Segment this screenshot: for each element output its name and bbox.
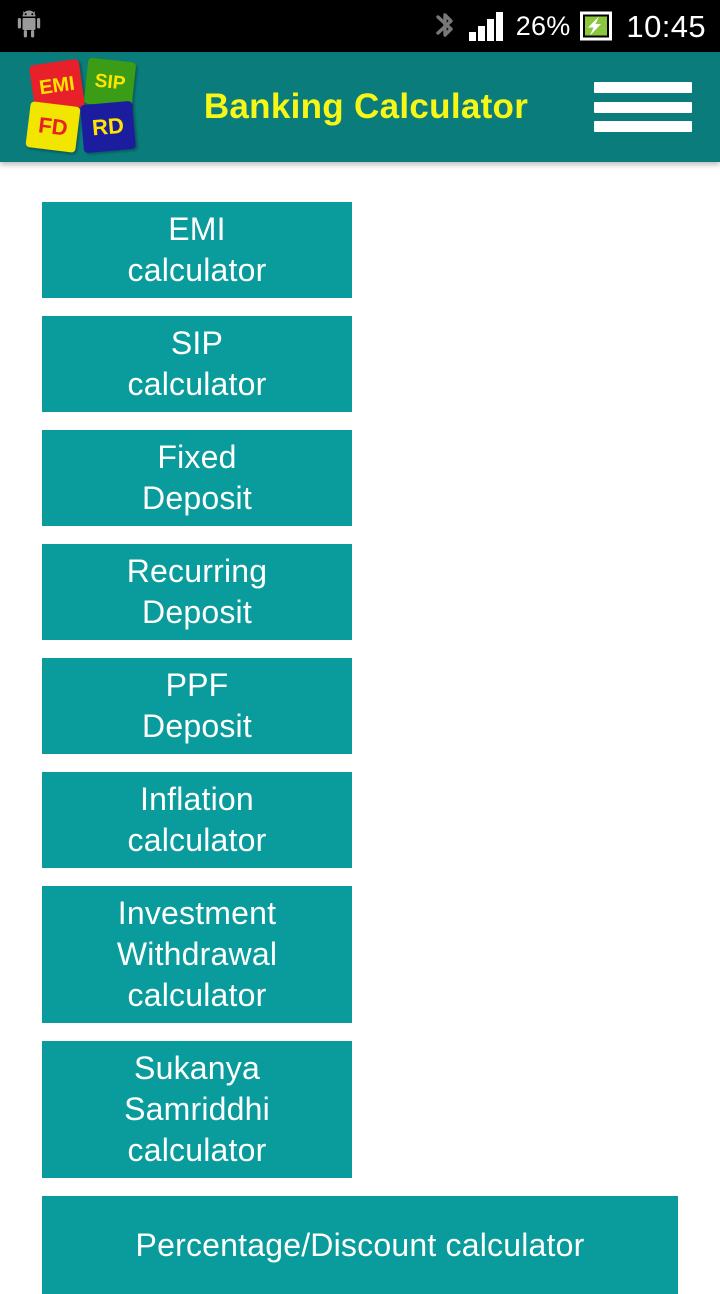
ppf-deposit-button[interactable]: PPF Deposit xyxy=(42,658,352,754)
sip-calculator-button[interactable]: SIP calculator xyxy=(42,316,352,412)
android-robot-icon xyxy=(12,9,46,43)
bluetooth-icon xyxy=(432,10,458,42)
app-bar: EMI SIP FD RD Banking Calculator xyxy=(0,52,720,162)
status-bar-left xyxy=(12,9,46,43)
signal-bars-icon xyxy=(468,10,506,42)
emi-calculator-button[interactable]: EMI calculator xyxy=(42,202,352,298)
status-bar-right: 26% 10:45 xyxy=(432,10,706,42)
logo-tile-rd: RD xyxy=(80,100,136,154)
hamburger-bar xyxy=(594,101,692,113)
page-title: Banking Calculator xyxy=(203,87,529,126)
main-content: EMI calculator SIP calculator Fixed Depo… xyxy=(0,162,720,1294)
hamburger-bar xyxy=(594,82,692,93)
status-bar: 26% 10:45 xyxy=(0,0,720,52)
hamburger-bar xyxy=(594,121,692,132)
percentage-discount-calculator-button[interactable]: Percentage/Discount calculator xyxy=(42,1196,678,1294)
battery-charging-icon xyxy=(580,11,613,41)
fixed-deposit-button[interactable]: Fixed Deposit xyxy=(42,430,352,526)
hamburger-menu-icon[interactable] xyxy=(594,79,692,135)
sukanya-samriddhi-calculator-button[interactable]: Sukanya Samriddhi calculator xyxy=(42,1041,352,1178)
logo-tile-fd: FD xyxy=(25,101,81,153)
recurring-deposit-button[interactable]: Recurring Deposit xyxy=(42,544,352,640)
inflation-calculator-button[interactable]: Inflation calculator xyxy=(42,772,352,868)
status-bar-clock: 10:45 xyxy=(626,8,706,44)
banking-calculator-logo: EMI SIP FD RD xyxy=(14,57,144,156)
calculator-button-grid: EMI calculator SIP calculator Fixed Depo… xyxy=(42,202,678,1294)
investment-withdrawal-calculator-button[interactable]: Investment Withdrawal calculator xyxy=(42,886,352,1023)
battery-percent-label: 26% xyxy=(515,10,571,41)
